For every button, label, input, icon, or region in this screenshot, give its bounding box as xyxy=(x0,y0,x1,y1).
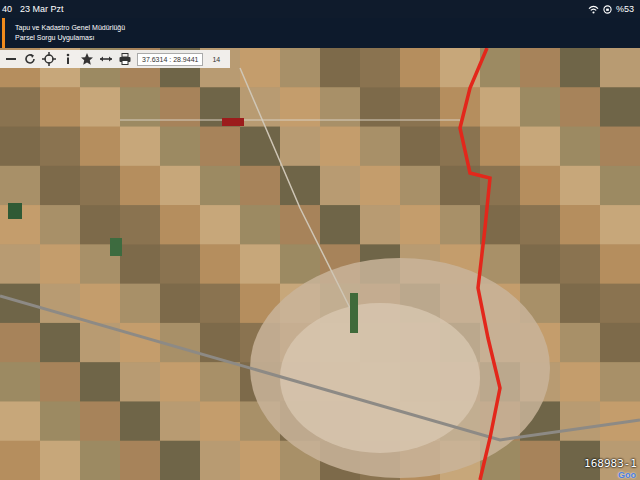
header-stripe xyxy=(2,18,5,48)
refresh-icon[interactable] xyxy=(23,52,37,66)
wifi-icon xyxy=(588,5,599,14)
info-icon[interactable] xyxy=(61,52,75,66)
star-icon[interactable] xyxy=(80,52,94,66)
status-bar: 40 23 Mar Pzt %53 xyxy=(0,0,640,18)
status-time: 40 xyxy=(2,4,12,14)
print-icon[interactable] xyxy=(118,52,132,66)
google-logo: Goo xyxy=(618,470,636,480)
header-title: Tapu ve Kadastro Genel Müdürlüğü xyxy=(15,23,125,33)
crosshair-icon[interactable] xyxy=(42,52,56,66)
minus-icon[interactable] xyxy=(4,52,18,66)
satellite-map[interactable] xyxy=(0,48,640,480)
screen: 40 23 Mar Pzt %53 Tapu ve Kadastro Genel Mü… xyxy=(0,0,640,480)
parcel-label: 168983-1 xyxy=(584,457,637,470)
battery-level: %53 xyxy=(616,4,634,14)
map-toolbar: 37.6314 : 28.9441 14 xyxy=(0,50,230,68)
status-date: 23 Mar Pzt xyxy=(20,4,64,14)
parcel-marker[interactable] xyxy=(222,118,244,126)
zoom-level: 14 xyxy=(208,56,224,63)
measure-icon[interactable] xyxy=(99,52,113,66)
app-header: Tapu ve Kadastro Genel MüdürlüğüParsel S… xyxy=(0,18,640,48)
boundary-line xyxy=(460,48,500,480)
rotation-lock-icon xyxy=(603,5,612,14)
header-subtitle: Parsel Sorgu Uygulaması xyxy=(15,33,125,43)
map[interactable]: 37.6314 : 28.9441 14 168983-1Goo xyxy=(0,48,640,480)
coordinates-field[interactable]: 37.6314 : 28.9441 xyxy=(137,53,203,66)
